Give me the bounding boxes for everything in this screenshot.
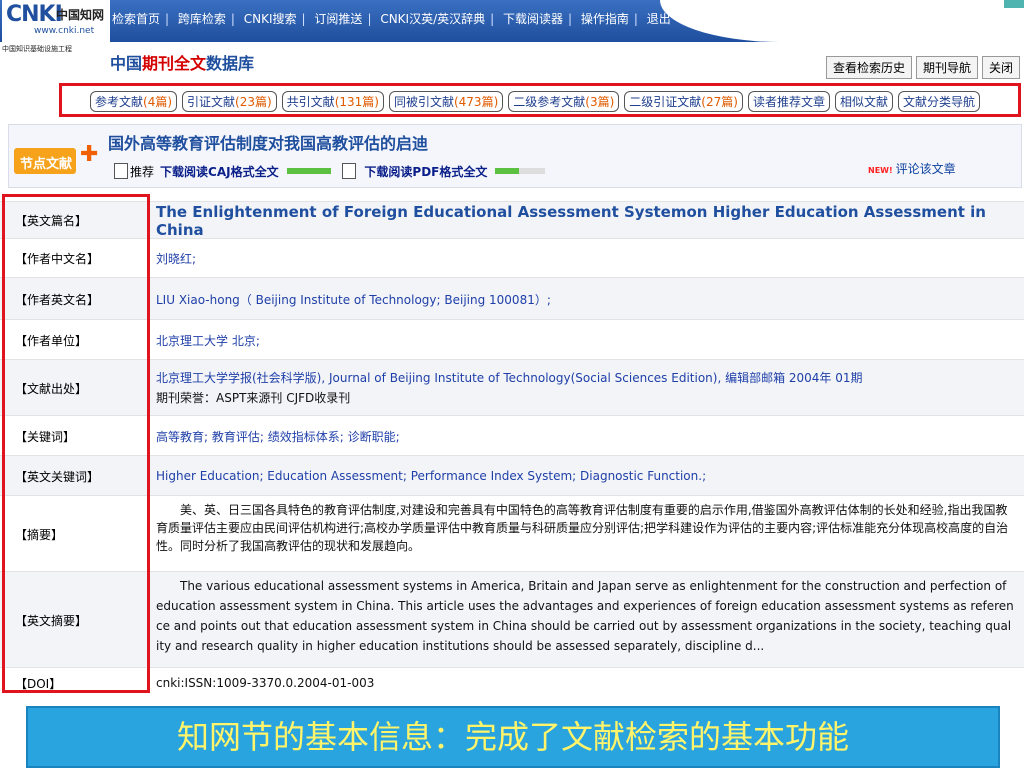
db-title-red: 期刊全文 <box>142 54 207 73</box>
row-en-abstract: 【英文摘要】 The various educational assessmen… <box>0 571 1024 668</box>
link-label: 二级引证文献 <box>629 95 702 109</box>
link-label: 共引文献 <box>286 95 335 109</box>
link-label: 二级参考文献 <box>513 95 586 109</box>
nav-logout[interactable]: 退出 <box>647 12 671 26</box>
logo-cn-text: 中国知网 <box>56 8 105 22</box>
comment-label: 评论该文章 <box>895 162 956 176</box>
document-icon <box>114 163 128 179</box>
row-doi: 【DOI】 cnki:ISSN:1009-3370.0.2004-01-003 <box>0 667 1024 698</box>
cross-icon: ✚ <box>80 142 99 167</box>
topbar-accent <box>1004 0 1024 8</box>
link-classification-nav[interactable]: 文献分类导航 <box>897 91 980 112</box>
download-caj-link[interactable]: 下载阅读CAJ格式全文 <box>160 165 279 179</box>
journal-honor: 期刊荣誉：ASPT来源刊 CJFD收录刊 <box>156 391 351 405</box>
logo-mark: CNKI <box>6 2 63 27</box>
cnki-logo[interactable]: CNKI 中国知网 www.cnki.net <box>2 0 110 42</box>
document-icon <box>342 163 357 179</box>
author-cn-link[interactable]: 刘晓红; <box>156 239 1016 278</box>
link-co-cited[interactable]: 共引文献(131篇) <box>281 91 384 112</box>
link-label: 同被引文献 <box>393 95 454 109</box>
link-label: 文献分类导航 <box>902 95 975 109</box>
download-pdf-link[interactable]: 下载阅读PDF格式全文 <box>364 165 487 179</box>
link-citing[interactable]: 引证文献(23篇) <box>182 91 277 112</box>
badge-text: 节点文献 <box>20 157 73 172</box>
article-title: 国外高等教育评估制度对我国高教评估的启迪 <box>108 134 429 153</box>
main-nav: 检索首页 | 跨库检索 | CNKI搜索 | 订阅推送 | CNKI汉英/英汉辞典 | 下… <box>112 12 671 26</box>
nav-cnki-search[interactable]: CNKI搜索 <box>244 12 297 26</box>
link-label: 参考文献 <box>95 95 144 109</box>
search-history-button[interactable]: 查看检索历史 <box>825 56 912 79</box>
link-label: 读者推荐文章 <box>752 95 825 109</box>
download-row: 推荐 下载阅读CAJ格式全文 下载阅读PDF格式全文 <box>114 163 553 180</box>
org-link[interactable]: 北京理工大学 北京; <box>156 320 1016 360</box>
source-link[interactable]: 北京理工大学学报(社会科学版), Journal of Beijing Inst… <box>156 369 1016 386</box>
row-abstract: 【摘要】 美、英、日三国各具特色的教育评估制度,对建设和完善具有中国特色的高等教… <box>0 495 1024 572</box>
logo-caption: 中国知识基础设施工程 <box>2 45 72 53</box>
link-count: (27篇) <box>701 95 738 109</box>
link-label: 引证文献 <box>187 95 236 109</box>
database-title: 中国期刊全文数据库 <box>110 50 254 74</box>
new-badge: NEW! <box>868 166 893 175</box>
en-abstract-text: The various educational assessment syste… <box>156 579 1014 653</box>
row-source: 【文献出处】 北京理工大学学报(社会科学版), Journal of Beiji… <box>0 359 1024 416</box>
en-title-value: The Enlightenment of Foreign Educational… <box>156 202 986 239</box>
caption-text: 知网节的基本信息：完成了文献检索的基本功能 <box>176 718 849 756</box>
nav-dictionary[interactable]: CNKI汉英/英汉辞典 <box>380 12 485 26</box>
link-similar[interactable]: 相似文献 <box>834 91 893 112</box>
top-right-buttons: 查看检索历史 期刊导航 关闭 <box>822 56 1020 79</box>
link-count: (131篇) <box>334 95 379 109</box>
row-author-en: 【作者英文名】 LIU Xiao-hong（ Beijing Institute… <box>0 277 1024 320</box>
link-count: (473篇) <box>453 95 499 109</box>
nav-reader-download[interactable]: 下载阅读器 <box>503 12 563 26</box>
pdf-progress-track <box>519 168 546 174</box>
link-references[interactable]: 参考文献(4篇) <box>90 91 178 112</box>
pdf-progress-bar <box>495 168 520 174</box>
recommend-label[interactable]: 推荐 <box>130 165 154 179</box>
related-links-bar: 参考文献(4篇) 引证文献(23篇) 共引文献(131篇) 同被引文献(473篇) 二级… <box>90 91 985 112</box>
db-title-pre: 中国 <box>110 54 143 73</box>
doi-value: cnki:ISSN:1009-3370.0.2004-01-003 <box>156 676 375 690</box>
link-count: (4篇) <box>143 95 173 109</box>
topbar-decoration <box>660 0 1024 42</box>
close-button[interactable]: 关闭 <box>981 56 1020 79</box>
keywords-links[interactable]: 高等教育; 教育评估; 绩效指标体系; 诊断职能; <box>156 416 1016 456</box>
author-en-value[interactable]: LIU Xiao-hong（ Beijing Institute of Tech… <box>156 278 1016 320</box>
abstract-text: 美、英、日三国各具特色的教育评估制度,对建设和完善具有中国特色的高等教育评估制度… <box>156 503 1009 553</box>
labels-highlight-box <box>2 194 150 693</box>
en-keywords-links[interactable]: Higher Education; Education Assessment; … <box>156 456 1016 496</box>
link-count: (23篇) <box>235 95 272 109</box>
row-en-title: 【英文篇名】 The Enlightenment of Foreign Educ… <box>0 201 1024 239</box>
comment-link[interactable]: NEW! 评论该文章 <box>868 160 956 177</box>
nav-guide[interactable]: 操作指南 <box>581 12 629 26</box>
nav-cross-search[interactable]: 跨库检索 <box>178 12 226 26</box>
row-author-cn: 【作者中文名】 刘晓红; <box>0 238 1024 278</box>
logo-url: www.cnki.net <box>34 26 95 36</box>
link-reader-recommend[interactable]: 读者推荐文章 <box>747 91 830 112</box>
db-title-post: 数据库 <box>206 54 255 73</box>
row-org: 【作者单位】 北京理工大学 北京; <box>0 319 1024 360</box>
node-document-badge: 节点文献 <box>14 148 76 174</box>
nav-subscribe[interactable]: 订阅推送 <box>314 12 362 26</box>
row-en-keywords: 【英文关键词】 Higher Education; Education Asse… <box>0 455 1024 496</box>
nav-home[interactable]: 检索首页 <box>112 12 160 26</box>
link-label: 相似文献 <box>839 95 888 109</box>
row-keywords: 【关键词】 高等教育; 教育评估; 绩效指标体系; 诊断职能; <box>0 415 1024 456</box>
caj-progress-bar <box>286 168 331 174</box>
link-same-cited[interactable]: 同被引文献(473篇) <box>388 91 504 112</box>
journal-nav-button[interactable]: 期刊导航 <box>915 56 978 79</box>
link-second-citing[interactable]: 二级引证文献(27篇) <box>624 91 743 112</box>
link-count: (3篇) <box>585 95 615 109</box>
link-second-references[interactable]: 二级参考文献(3篇) <box>508 91 620 112</box>
caption-banner: 知网节的基本信息：完成了文献检索的基本功能 <box>26 706 1000 768</box>
